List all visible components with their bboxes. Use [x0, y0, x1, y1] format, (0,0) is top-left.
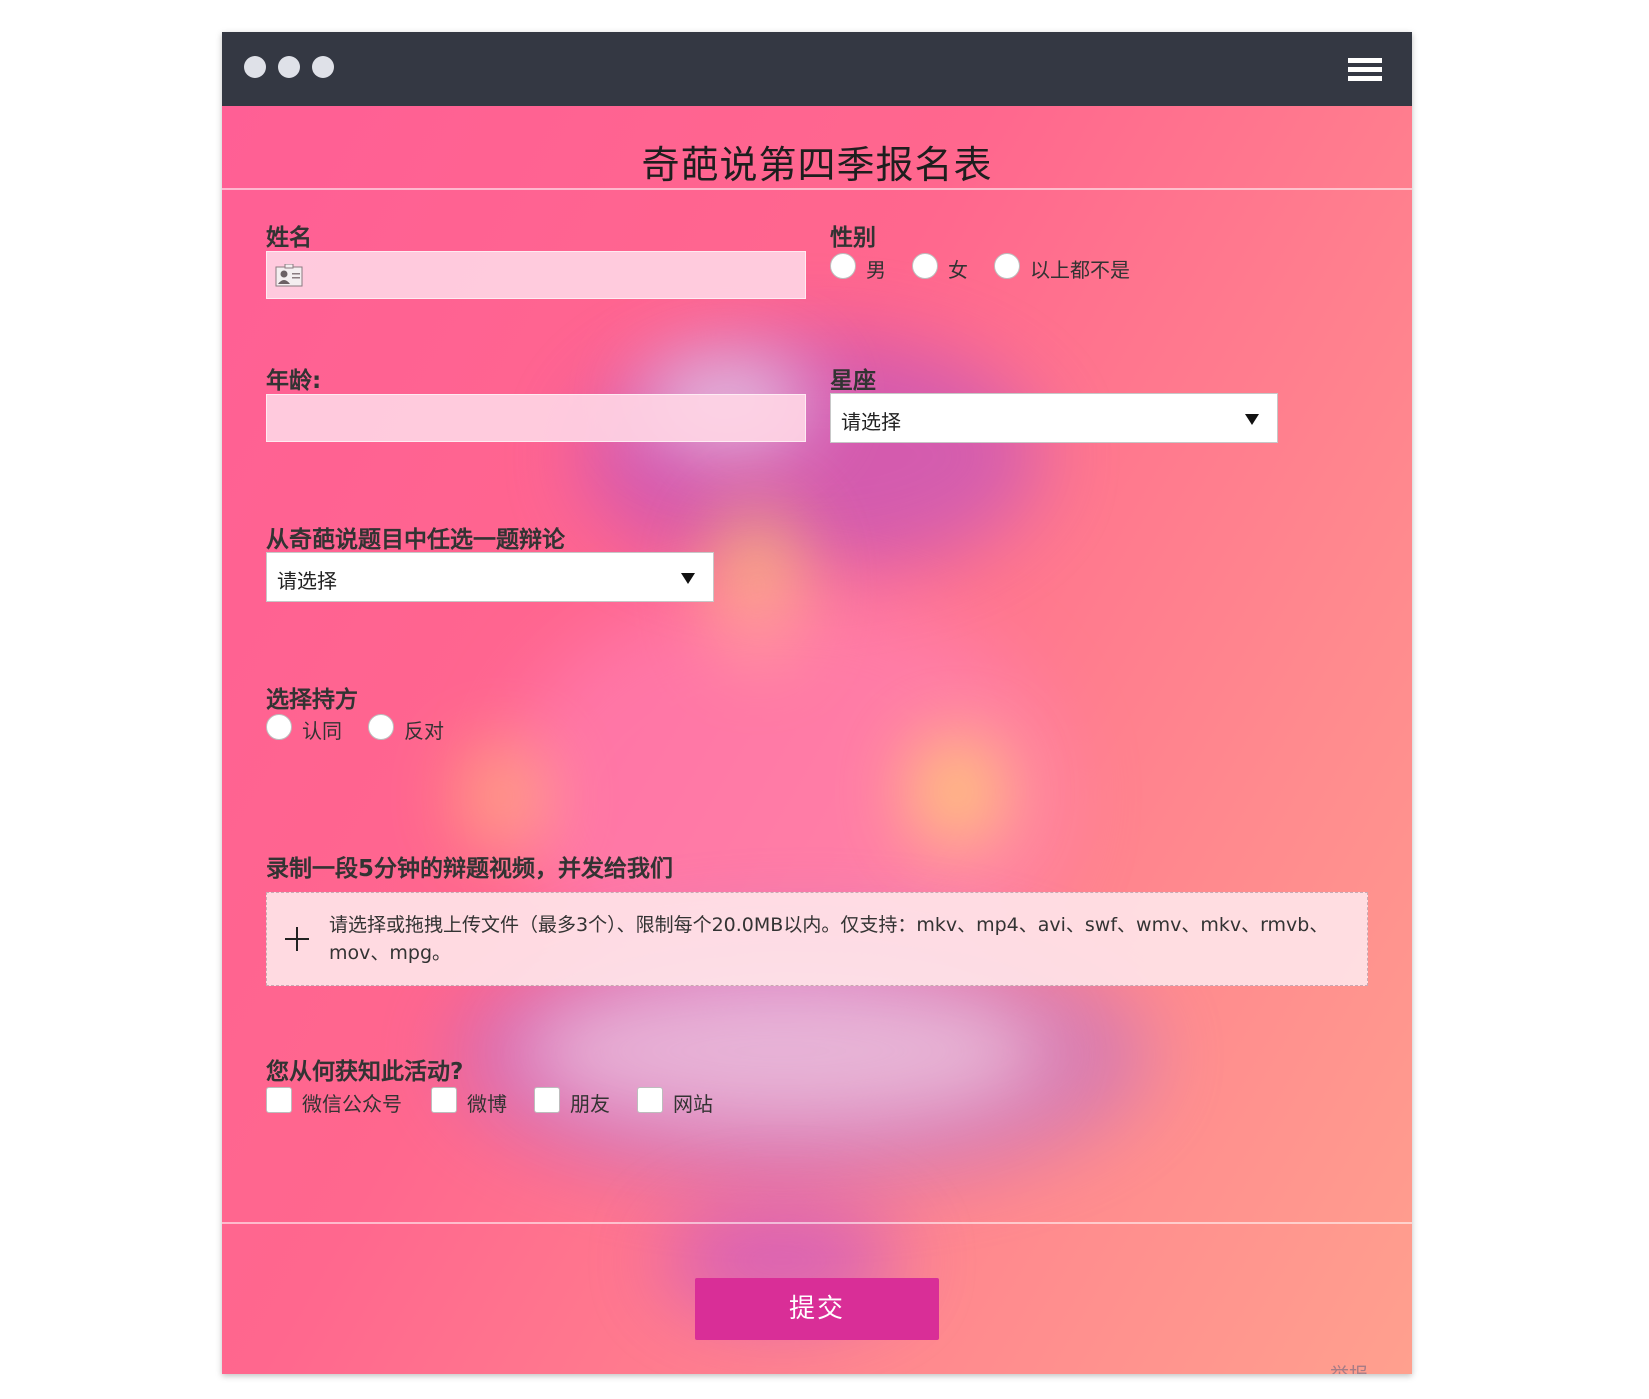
background-art [462, 746, 542, 846]
checkbox-weibo[interactable] [431, 1087, 457, 1113]
chevron-down-icon [1245, 414, 1259, 425]
gender-option-label: 女 [948, 258, 968, 282]
title-divider [222, 188, 1412, 190]
source-option-label: 微博 [467, 1092, 507, 1116]
radio-oppose[interactable] [368, 714, 394, 740]
gender-option-label: 以上都不是 [1030, 258, 1130, 282]
browser-window: 奇葩说第四季报名表 姓名 性别 男 女 以上都不是 年龄: 星座 请选择 从奇葩… [222, 32, 1412, 1374]
form-page: 奇葩说第四季报名表 姓名 性别 男 女 以上都不是 年龄: 星座 请选择 从奇葩… [222, 106, 1412, 1374]
report-link[interactable]: 举报 [1330, 1360, 1368, 1374]
age-label: 年龄: [266, 368, 322, 394]
gender-option-label: 男 [866, 258, 886, 282]
side-option-oppose[interactable]: 反对 [368, 713, 458, 743]
checkbox-friend[interactable] [534, 1087, 560, 1113]
side-label: 选择持方 [266, 687, 358, 713]
side-option-agree[interactable]: 认同 [266, 713, 356, 743]
source-label: 您从何获知此活动? [266, 1059, 464, 1085]
zodiac-label: 星座 [830, 368, 876, 394]
video-label: 录制一段5分钟的辩题视频，并发给我们 [266, 856, 674, 882]
radio-agree[interactable] [266, 714, 292, 740]
radio-male[interactable] [830, 253, 856, 279]
source-option-website[interactable]: 网站 [637, 1086, 727, 1116]
contact-card-icon [275, 264, 303, 287]
file-upload-dropzone[interactable]: 请选择或拖拽上传文件（最多3个）、限制每个20.0MB以内。仅支持：mkv、mp… [266, 892, 1368, 986]
name-label: 姓名 [266, 225, 312, 251]
upload-instructions: 请选择或拖拽上传文件（最多3个）、限制每个20.0MB以内。仅支持：mkv、mp… [329, 914, 1329, 964]
source-option-label: 网站 [673, 1092, 713, 1116]
background-art [912, 736, 1002, 846]
background-art [582, 336, 1042, 576]
gender-option-none[interactable]: 以上都不是 [994, 252, 1144, 282]
hamburger-menu-icon[interactable] [1348, 58, 1382, 82]
gender-label: 性别 [830, 225, 876, 251]
submit-button[interactable]: 提交 [695, 1278, 939, 1340]
footer-divider [222, 1222, 1412, 1224]
name-input[interactable] [266, 251, 806, 299]
side-option-label: 认同 [302, 719, 342, 743]
source-option-friend[interactable]: 朋友 [534, 1086, 624, 1116]
radio-none[interactable] [994, 253, 1020, 279]
topic-select[interactable]: 请选择 [266, 552, 714, 602]
zodiac-select-value: 请选择 [841, 410, 901, 434]
topic-select-value: 请选择 [277, 569, 337, 593]
window-dot-minimize[interactable] [278, 56, 300, 78]
source-option-weibo[interactable]: 微博 [431, 1086, 521, 1116]
page-title: 奇葩说第四季报名表 [641, 143, 993, 187]
side-option-label: 反对 [404, 719, 444, 743]
window-dot-maximize[interactable] [312, 56, 334, 78]
age-input[interactable] [266, 394, 806, 442]
source-option-wechat[interactable]: 微信公众号 [266, 1086, 406, 1116]
window-dot-close[interactable] [244, 56, 266, 78]
checkbox-website[interactable] [637, 1087, 663, 1113]
radio-female[interactable] [912, 253, 938, 279]
source-option-label: 微信公众号 [302, 1092, 402, 1116]
gender-option-male[interactable]: 男 [830, 252, 900, 282]
source-option-label: 朋友 [570, 1092, 610, 1116]
gender-option-female[interactable]: 女 [912, 252, 982, 282]
plus-icon [285, 927, 309, 951]
chevron-down-icon [681, 573, 695, 584]
window-titlebar [222, 32, 1412, 106]
topic-label: 从奇葩说题目中任选一题辩论 [266, 527, 565, 553]
checkbox-wechat[interactable] [266, 1087, 292, 1113]
zodiac-select[interactable]: 请选择 [830, 393, 1278, 443]
